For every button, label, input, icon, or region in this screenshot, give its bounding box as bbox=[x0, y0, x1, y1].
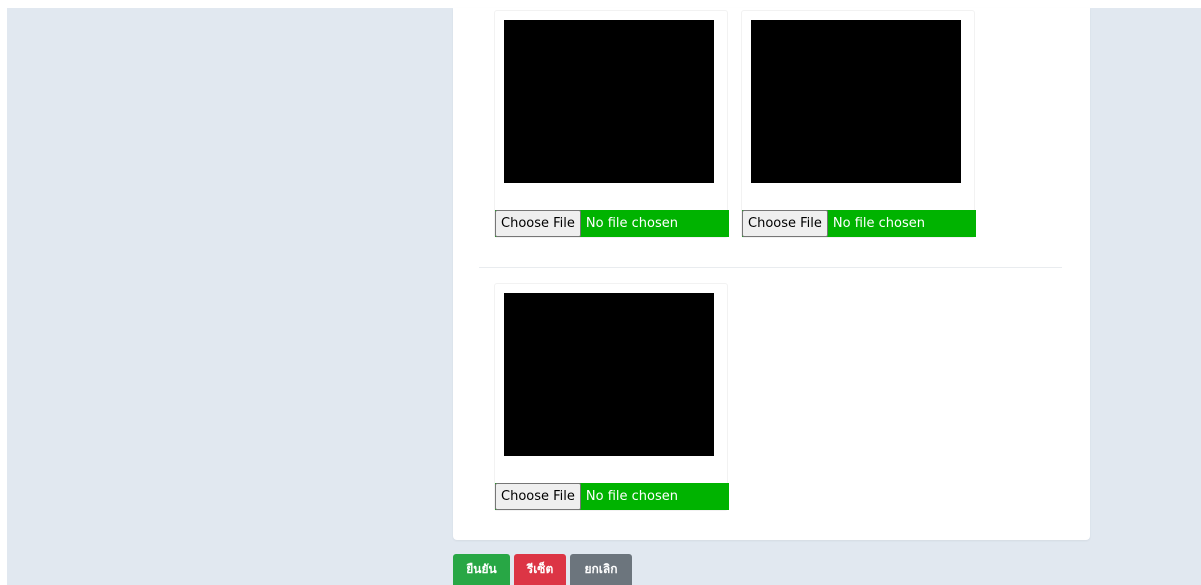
image-preview bbox=[504, 20, 714, 183]
section-divider bbox=[479, 267, 1062, 268]
image-preview bbox=[751, 20, 961, 183]
choose-file-button[interactable]: Choose File bbox=[495, 483, 581, 510]
file-input[interactable]: Choose File No file chosen bbox=[742, 210, 976, 237]
file-status-text: No file chosen bbox=[585, 216, 678, 231]
file-input[interactable]: Choose File No file chosen bbox=[495, 483, 729, 510]
cancel-button[interactable]: ยกเลิก bbox=[570, 554, 632, 585]
choose-file-button[interactable]: Choose File bbox=[742, 210, 828, 237]
image-upload-card: Choose File No file chosen bbox=[494, 283, 729, 511]
image-upload-card: Choose File No file chosen bbox=[494, 10, 729, 238]
file-status-text: No file chosen bbox=[585, 489, 678, 504]
image-upload-card: Choose File No file chosen bbox=[741, 10, 976, 238]
image-upload-panel: Choose File No file chosen Choose File N… bbox=[453, 8, 1090, 540]
image-preview bbox=[504, 293, 714, 456]
file-status-text: No file chosen bbox=[832, 216, 925, 231]
file-input[interactable]: Choose File No file chosen bbox=[495, 210, 729, 237]
confirm-button[interactable]: ยืนยัน bbox=[453, 554, 510, 585]
reset-button[interactable]: รีเซ็ต bbox=[514, 554, 566, 585]
choose-file-button[interactable]: Choose File bbox=[495, 210, 581, 237]
